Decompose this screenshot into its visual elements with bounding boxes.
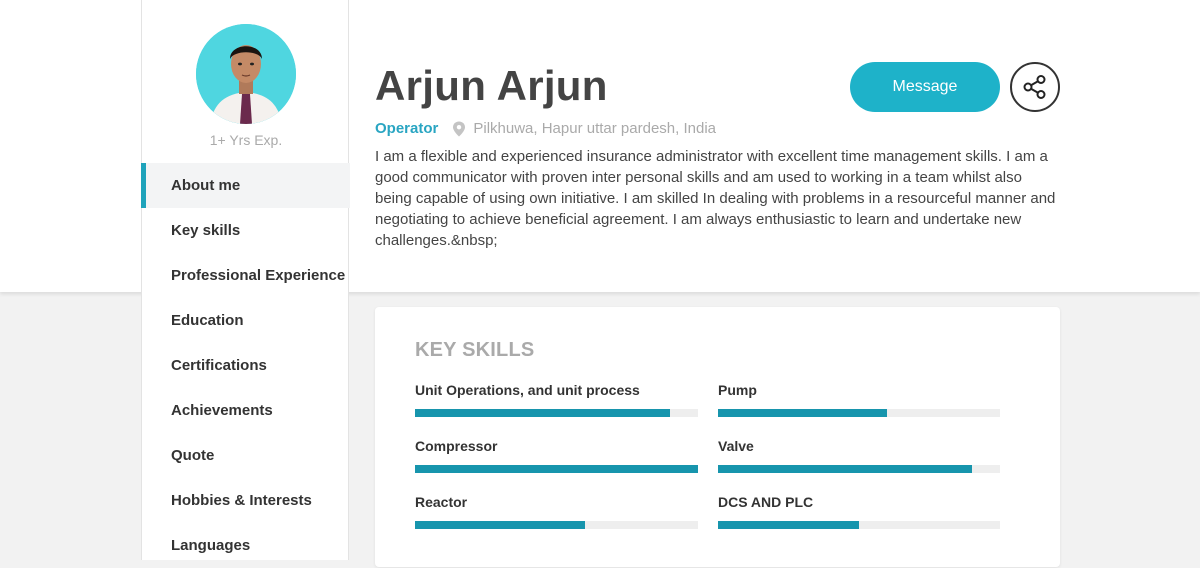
skill-bar-fill	[718, 521, 859, 529]
skill-item: Compressor	[415, 438, 698, 473]
skill-name: DCS AND PLC	[718, 494, 814, 510]
skill-bar-track	[718, 409, 1000, 417]
location-pin-icon	[452, 121, 466, 137]
skill-name: Compressor	[415, 438, 498, 454]
experience-label: 1+ Yrs Exp.	[209, 132, 283, 148]
share-button[interactable]	[1010, 62, 1060, 112]
skill-bar-track	[718, 521, 1000, 529]
skill-bar-track	[415, 521, 698, 529]
skill-item: DCS AND PLC	[718, 494, 1000, 529]
profile-bio: I am a flexible and experienced insuranc…	[375, 148, 1056, 249]
nav-item-education[interactable]: Education	[141, 298, 350, 343]
avatar-photo	[196, 24, 296, 124]
nav-item-quote[interactable]: Quote	[141, 433, 350, 478]
skill-name: Unit Operations, and unit process	[415, 382, 640, 398]
skill-item: Valve	[718, 438, 1000, 473]
profile-name: Arjun Arjun	[375, 62, 608, 109]
skill-name: Pump	[718, 382, 757, 398]
nav-item-professional-experience[interactable]: Professional Experience	[141, 253, 350, 298]
skill-name: Reactor	[415, 494, 468, 510]
skill-name: Valve	[718, 438, 754, 454]
profile-role[interactable]: Operator	[375, 120, 438, 137]
profile-location: Pilkhuwa, Hapur uttar pardesh, India	[473, 120, 716, 137]
skill-item: Pump	[718, 382, 1000, 417]
skill-bar-fill	[415, 409, 670, 417]
key-skills-card: KEY SKILLS Unit Operations, and unit pro…	[375, 307, 1060, 567]
avatar	[196, 24, 296, 124]
skills-grid: Unit Operations, and unit process Pump C…	[415, 382, 1000, 529]
skill-bar-fill	[415, 465, 698, 473]
skill-item: Reactor	[415, 494, 698, 529]
skill-bar-track	[718, 465, 1000, 473]
skill-bar-track	[415, 465, 698, 473]
profile-sidebar: 1+ Yrs Exp. About me Key skills Professi…	[141, 0, 350, 560]
skill-bar-fill	[718, 465, 972, 473]
skill-bar-track	[415, 409, 698, 417]
skill-bar-fill	[718, 409, 888, 417]
skill-item: Unit Operations, and unit process	[415, 382, 698, 417]
nav-item-hobbies-interests[interactable]: Hobbies & Interests	[141, 478, 350, 523]
message-button[interactable]: Message	[850, 62, 1000, 112]
nav-item-languages[interactable]: Languages	[141, 523, 350, 568]
nav-item-certifications[interactable]: Certifications	[141, 343, 350, 388]
nav-item-key-skills[interactable]: Key skills	[141, 208, 350, 253]
nav-item-achievements[interactable]: Achievements	[141, 388, 350, 433]
skill-bar-fill	[415, 521, 585, 529]
key-skills-title: KEY SKILLS	[415, 339, 535, 361]
nav-item-about-me[interactable]: About me	[141, 163, 350, 208]
profile-nav: About me Key skills Professional Experie…	[141, 163, 350, 568]
share-icon	[1023, 75, 1046, 99]
profile-meta: Operator Pilkhuwa, Hapur uttar pardesh, …	[375, 120, 716, 137]
